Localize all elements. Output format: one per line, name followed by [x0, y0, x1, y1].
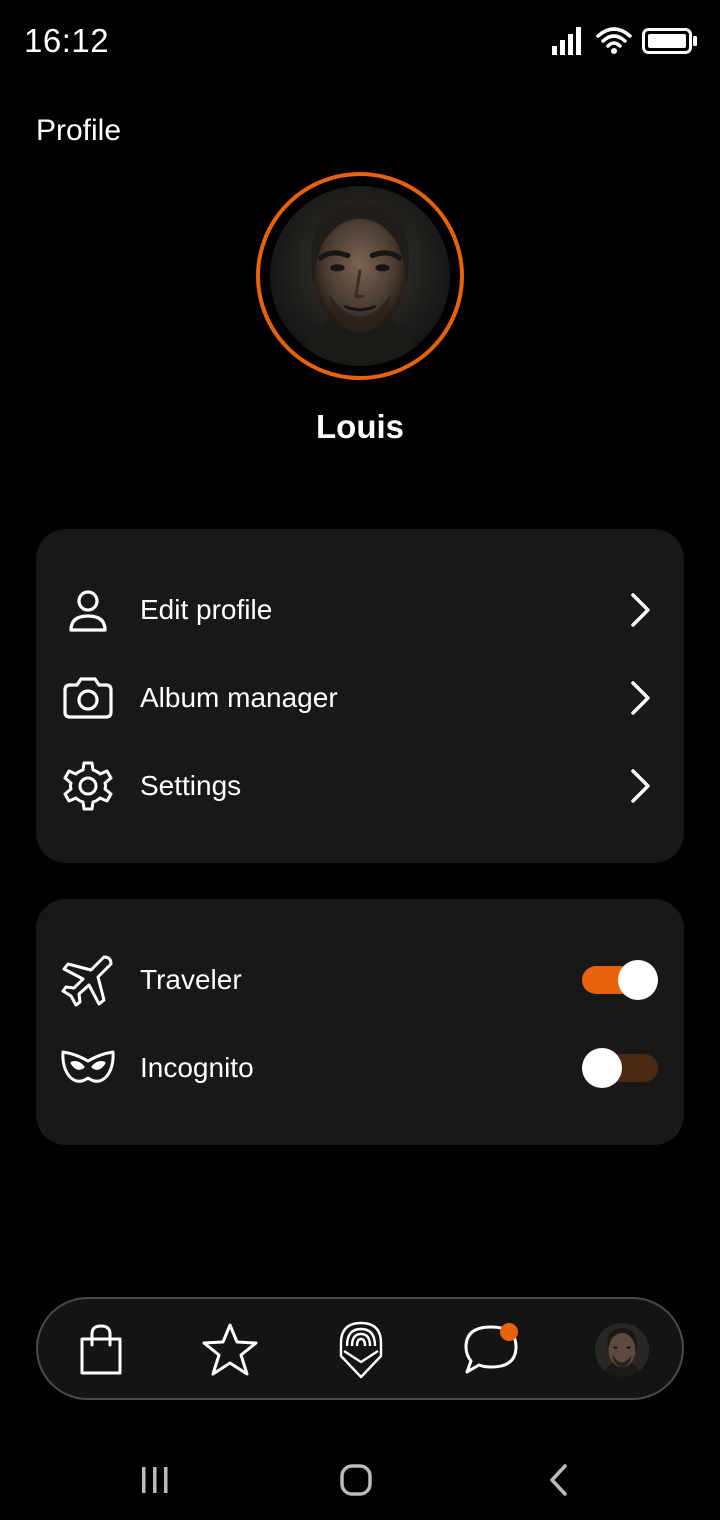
- badge-shield-icon: [339, 1321, 383, 1379]
- status-time: 16:12: [24, 22, 110, 59]
- profile-avatar-ring[interactable]: [256, 172, 464, 380]
- avatar-photo: [270, 186, 450, 366]
- status-icons: [552, 26, 698, 56]
- back-button[interactable]: [528, 1458, 588, 1502]
- menu-item-label: Settings: [140, 770, 242, 801]
- wifi-icon: [596, 27, 632, 54]
- toggle-knob: [618, 960, 658, 1000]
- camera-icon: [58, 668, 118, 728]
- star-icon: [202, 1323, 258, 1376]
- status-bar: 16:12: [0, 0, 720, 84]
- incognito-toggle[interactable]: [582, 1048, 658, 1088]
- battery-icon: [642, 28, 697, 54]
- home-icon: [340, 1464, 372, 1496]
- bottom-nav: [36, 1297, 684, 1400]
- toggle-row-incognito: Incognito: [36, 1033, 684, 1103]
- nav-profile[interactable]: [587, 1315, 657, 1385]
- chevron-right-icon: [626, 678, 656, 718]
- gear-icon: [58, 756, 118, 816]
- profile-avatar: [270, 186, 450, 366]
- airplane-icon: [58, 950, 118, 1010]
- chevron-right-icon: [626, 766, 656, 806]
- menu-item-edit-profile[interactable]: Edit profile: [36, 575, 684, 645]
- menu-item-album-manager[interactable]: Album manager: [36, 663, 684, 733]
- toggle-label: Traveler: [140, 964, 242, 995]
- notification-dot: [500, 1323, 518, 1341]
- menu-item-label: Album manager: [140, 682, 338, 713]
- page-title: Profile: [36, 114, 122, 147]
- profile-toggles-card: Traveler Incognito: [36, 899, 684, 1145]
- toggle-label: Incognito: [140, 1052, 254, 1083]
- menu-item-label: Edit profile: [140, 594, 273, 625]
- menu-item-settings[interactable]: Settings: [36, 751, 684, 821]
- home-button[interactable]: [326, 1458, 386, 1502]
- user-name: Louis: [316, 408, 404, 445]
- profile-menu-card: Edit profile Album manager Settings: [36, 529, 684, 863]
- nav-favorites[interactable]: [195, 1315, 265, 1385]
- nav-discover[interactable]: [326, 1315, 396, 1385]
- chevron-right-icon: [626, 590, 656, 630]
- nav-shop[interactable]: [66, 1315, 136, 1385]
- system-nav-bar: [0, 1440, 720, 1520]
- traveler-toggle[interactable]: [582, 960, 658, 1000]
- nav-chat[interactable]: [456, 1315, 526, 1385]
- toggle-row-traveler: Traveler: [36, 945, 684, 1015]
- mask-icon: [58, 1038, 118, 1098]
- user-icon: [58, 580, 118, 640]
- recent-apps-button[interactable]: [125, 1458, 185, 1502]
- back-icon: [550, 1464, 567, 1496]
- shopping-bag-icon: [80, 1324, 122, 1375]
- signal-icon: [552, 27, 581, 55]
- profile-avatar-small: [595, 1323, 649, 1377]
- recent-apps-icon: [142, 1467, 168, 1493]
- toggle-knob: [582, 1048, 622, 1088]
